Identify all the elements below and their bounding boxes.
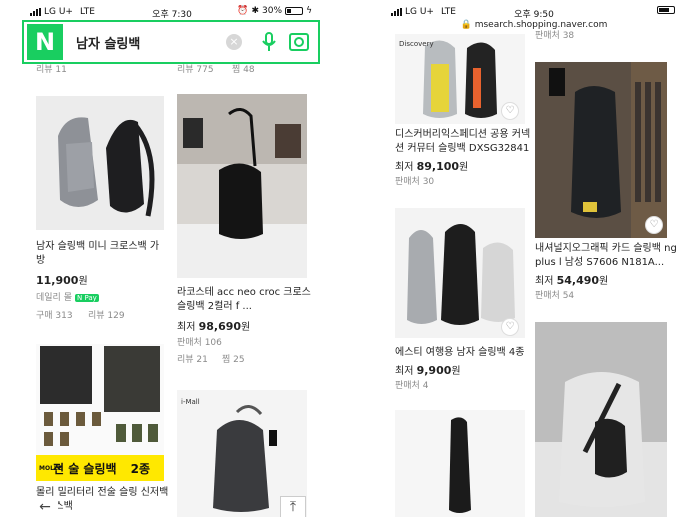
price-value: 98,690 bbox=[198, 320, 242, 333]
product-title[interactable]: 라코스테 acc neo croc 크로스 슬링백 2컬러 f ... bbox=[177, 286, 317, 314]
clear-icon[interactable]: × bbox=[226, 34, 242, 50]
scroll-top-icon[interactable]: ⤒ bbox=[280, 496, 306, 517]
status-bar: LG U+ LTE 오후 9:50 bbox=[383, 0, 685, 22]
price-prefix: 최저 bbox=[395, 366, 414, 377]
naver-logo[interactable]: N bbox=[27, 24, 63, 60]
back-arrow-icon[interactable]: ← bbox=[32, 496, 58, 517]
product-price: 11,900원 bbox=[36, 272, 88, 287]
product-title[interactable]: 남자 슬링백 미니 크로스백 가방 bbox=[36, 240, 166, 268]
price-prefix: 최저 bbox=[395, 162, 414, 173]
product-price: 최저 89,100원 bbox=[395, 158, 468, 173]
heart-icon[interactable]: ♡ bbox=[501, 318, 519, 336]
price-unit: 원 bbox=[78, 276, 88, 287]
seller-count: 판매처 106 bbox=[177, 338, 222, 348]
price-unit: 원 bbox=[241, 322, 251, 333]
charging-icon: ϟ bbox=[306, 6, 312, 16]
product-title[interactable]: 내셔널지오그래픽 카드 슬링백 ng plus l 남성 S7606 N181A… bbox=[535, 242, 685, 270]
battery-icon bbox=[285, 7, 304, 15]
product-price: 최저 9,900원 bbox=[395, 362, 461, 377]
battery-percent: 30% bbox=[262, 6, 283, 16]
product-price: 최저 54,490원 bbox=[535, 272, 608, 287]
product-image[interactable] bbox=[177, 94, 307, 278]
heart-icon[interactable]: ♡ bbox=[645, 216, 663, 234]
price-value: 89,100 bbox=[416, 160, 460, 173]
product-image[interactable] bbox=[395, 410, 525, 517]
price-prefix: 최저 bbox=[535, 276, 554, 287]
bluetooth-icon: ✱ bbox=[251, 6, 260, 16]
seller-count: 판매처 4 bbox=[395, 381, 429, 391]
price-prefix: 최저 bbox=[177, 322, 196, 333]
seller-name[interactable]: 데일리 몰 bbox=[36, 293, 72, 303]
price-unit: 원 bbox=[451, 366, 461, 377]
search-bar: N 남자 슬링백 × bbox=[22, 20, 320, 64]
review-count: 리뷰 129 bbox=[88, 311, 125, 321]
banner-text: 전 술 슬링백 bbox=[53, 461, 117, 476]
status-icons bbox=[657, 6, 675, 14]
price-value: 9,900 bbox=[416, 364, 452, 377]
product-price: 최저 98,690원 bbox=[177, 318, 250, 333]
purchase-count: 구매 313 bbox=[36, 311, 73, 321]
banner-left: MOLLE bbox=[39, 464, 62, 472]
seller-count: 판매처 54 bbox=[535, 291, 575, 301]
product-image[interactable] bbox=[36, 96, 164, 230]
product-image[interactable] bbox=[535, 62, 667, 238]
brand-logo: i-Mall bbox=[181, 398, 200, 406]
right-screen: LG U+ LTE 오후 9:50 🔒 msearch.shopping.nav… bbox=[383, 0, 685, 517]
npay-badge: N Pay bbox=[74, 294, 99, 302]
partial-meta: 판매처 38 bbox=[535, 31, 575, 41]
banner-count: 2종 bbox=[130, 461, 150, 476]
product-title[interactable]: 디스커버리익스페디션 공용 커넥션 커뮤터 슬링백 DXSG32841 bbox=[395, 128, 535, 156]
price-unit: 원 bbox=[459, 162, 469, 173]
microphone-icon[interactable] bbox=[258, 31, 280, 53]
partial-meta: 리뷰 775 bbox=[177, 65, 214, 75]
product-title[interactable]: 에스티 여행용 남자 슬링백 4종 bbox=[395, 346, 535, 360]
lock-icon: 🔒 bbox=[460, 20, 472, 30]
partial-meta: 찜 48 bbox=[232, 65, 255, 75]
status-time: 오후 9:50 bbox=[514, 10, 554, 20]
price-value: 54,490 bbox=[556, 274, 600, 287]
seller-count: 판매처 30 bbox=[395, 177, 435, 187]
product-banner: MOLLE 전 술 슬링백 2종 bbox=[36, 455, 164, 481]
price-value: 11,900 bbox=[36, 274, 79, 287]
alarm-icon: ⏰ bbox=[237, 6, 249, 16]
search-input[interactable]: 남자 슬링백 bbox=[76, 33, 226, 52]
price-unit: 원 bbox=[599, 276, 609, 287]
camera-search-icon[interactable] bbox=[288, 31, 310, 53]
left-screen: LG U+ LTE 오후 7:30 ⏰ ✱ 30% ϟ N 남자 슬링백 × 리… bbox=[22, 0, 322, 517]
heart-icon[interactable]: ♡ bbox=[501, 102, 519, 120]
product-image[interactable] bbox=[535, 322, 667, 517]
status-bar: LG U+ LTE 오후 7:30 ⏰ ✱ 30% ϟ bbox=[22, 0, 322, 22]
partial-meta: 리뷰 11 bbox=[36, 65, 67, 75]
banner-small-text: MOLLE bbox=[39, 464, 62, 472]
like-count: 찜 25 bbox=[222, 355, 245, 365]
product-image[interactable] bbox=[36, 344, 164, 456]
review-count: 리뷰 21 bbox=[177, 355, 208, 365]
battery-icon bbox=[657, 6, 675, 14]
status-icons: ⏰ ✱ 30% ϟ bbox=[237, 6, 312, 16]
address-bar[interactable]: 🔒 msearch.shopping.naver.com bbox=[383, 20, 685, 30]
seller-row: 데일리 몰N Pay bbox=[36, 290, 99, 303]
brand-logo: Discovery bbox=[399, 40, 434, 48]
